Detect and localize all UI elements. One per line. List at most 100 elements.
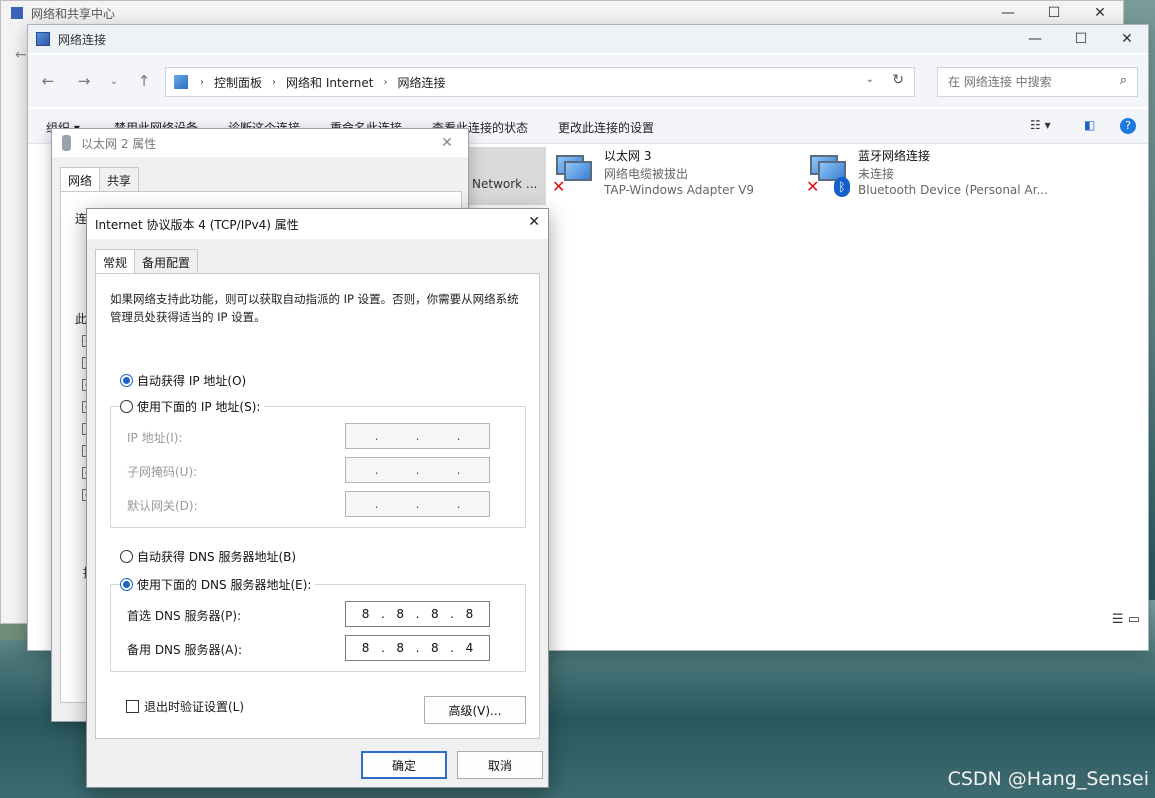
network-adapter-icon: ✕ (552, 153, 592, 196)
help-icon[interactable]: ? (1120, 118, 1136, 134)
search-icon[interactable]: ⌕ (1120, 73, 1127, 88)
network-connections-icon (36, 32, 50, 46)
preferred-dns-label: 首选 DNS 服务器(P): (127, 609, 242, 623)
control-panel-icon (174, 75, 188, 89)
octet[interactable]: 8 (431, 641, 439, 655)
validate-on-exit-checkbox[interactable]: 退出时验证设置(L) (126, 698, 244, 715)
octet[interactable]: 8 (362, 607, 370, 621)
radio-label: 自动获得 DNS 服务器地址(B) (137, 550, 297, 564)
subnet-mask-field[interactable]: ... (345, 457, 490, 483)
selected-connection-label: Network ... (472, 177, 538, 191)
close-button[interactable]: ✕ (1104, 27, 1150, 51)
maximize-button[interactable]: ☐ (1031, 1, 1077, 25)
radio-label: 使用下面的 IP 地址(S): (137, 400, 261, 414)
manual-ip-group: IP 地址(I): ... 子网掩码(U): ... 默认网关(D): ... (110, 406, 526, 528)
close-button[interactable]: ✕ (432, 131, 462, 155)
ip-address-label: IP 地址(I): (127, 431, 183, 445)
auto-dns-radio[interactable]: 自动获得 DNS 服务器地址(B) (120, 548, 296, 565)
checkbox-label: 退出时验证设置(L) (144, 700, 245, 714)
ethernet-icon (62, 135, 71, 151)
breadcrumb-network-connections[interactable]: 网络连接 (397, 74, 445, 91)
ok-button[interactable]: 确定 (361, 751, 447, 779)
disconnected-x-icon: ✕ (806, 177, 820, 196)
window-title: 网络连接 (58, 32, 107, 47)
window-title: 网络和共享中心 (31, 6, 116, 21)
auto-ip-radio[interactable]: 自动获得 IP 地址(O) (120, 372, 246, 389)
preview-pane-icon[interactable]: ◧ (1084, 118, 1095, 132)
manual-ip-radio[interactable]: 使用下面的 IP 地址(S): (120, 398, 265, 415)
radio-label: 自动获得 IP 地址(O) (137, 374, 247, 388)
radio-button-selected[interactable] (120, 374, 133, 387)
connection-device: TAP-Windows Adapter V9 (604, 183, 755, 197)
close-icon[interactable]: ✕ (528, 214, 540, 230)
radio-button-selected[interactable] (120, 578, 133, 591)
view-toggle-icons[interactable]: ☰ ▭ (1112, 612, 1140, 627)
dialog-button-bar: 确定 取消 (87, 739, 548, 787)
search-input[interactable] (946, 74, 1100, 90)
radio-button[interactable] (120, 400, 133, 413)
connection-name: 以太网 3 (604, 149, 652, 163)
window-title: 以太网 2 属性 (81, 136, 157, 151)
general-tab-panel: 如果网络支持此功能，则可以获取自动指派的 IP 设置。否则，你需要从网络系统管理… (95, 273, 540, 739)
breadcrumb-chevron-icon[interactable]: › (200, 77, 204, 88)
back-arrow-icon[interactable]: ← (15, 47, 27, 63)
window-title: Internet 协议版本 4 (TCP/IPv4) 属性 (95, 217, 299, 232)
radio-button[interactable] (120, 550, 133, 563)
navigation-bar: ← → ⌄ ↑ › 控制面板 › 网络和 Internet › 网络连接 ⌄ ↻… (28, 55, 1148, 107)
octet[interactable]: 8 (362, 641, 370, 655)
octet[interactable]: 8 (431, 607, 439, 621)
change-settings-command[interactable]: 更改此连接的设置 (558, 119, 654, 136)
list-item-bluetooth[interactable]: ✕ ᛒ 蓝牙网络连接 未连接 Bluetooth Device (Persona… (806, 147, 1106, 205)
alternate-dns-field[interactable]: 8. 8. 8. 4 (345, 635, 490, 661)
watermark: CSDN @Hang_Sensei (947, 768, 1149, 790)
octet[interactable]: 8 (396, 607, 404, 621)
subnet-mask-label: 子网掩码(U): (127, 465, 198, 479)
refresh-icon[interactable]: ↻ (892, 72, 904, 88)
disconnected-x-icon: ✕ (552, 177, 566, 196)
titlebar: 网络连接 (28, 25, 1148, 53)
up-arrow-icon[interactable]: ↑ (132, 69, 156, 93)
ip-address-field[interactable]: ... (345, 423, 490, 449)
breadcrumb-control-panel[interactable]: 控制面板 (214, 74, 262, 91)
default-gateway-field[interactable]: ... (345, 491, 490, 517)
network-center-icon (11, 7, 23, 19)
checkbox[interactable] (126, 700, 139, 713)
titlebar: Internet 协议版本 4 (TCP/IPv4) 属性 (87, 209, 548, 239)
breadcrumb-network-internet[interactable]: 网络和 Internet (286, 74, 373, 91)
preferred-dns-field[interactable]: 8. 8. 8. 8 (345, 601, 490, 627)
bluetooth-icon: ᛒ (834, 177, 850, 197)
octet[interactable]: 8 (466, 607, 474, 621)
breadcrumb-chevron-icon[interactable]: › (383, 77, 387, 88)
breadcrumb-chevron-icon[interactable]: › (272, 77, 276, 88)
close-button[interactable]: ✕ (1077, 1, 1123, 25)
monitor-icon (564, 161, 592, 181)
address-bar[interactable]: › 控制面板 › 网络和 Internet › 网络连接 ⌄ ↻ (165, 67, 915, 97)
maximize-button[interactable]: ☐ (1058, 27, 1104, 51)
octet[interactable]: 4 (466, 641, 474, 655)
radio-label: 使用下面的 DNS 服务器地址(E): (137, 578, 312, 592)
octet[interactable]: 8 (396, 641, 404, 655)
search-box[interactable]: ⌕ (937, 67, 1138, 97)
manual-dns-radio[interactable]: 使用下面的 DNS 服务器地址(E): (120, 576, 316, 593)
description-text: 如果网络支持此功能，则可以获取自动指派的 IP 设置。否则，你需要从网络系统管理… (110, 292, 519, 324)
recent-chevron-icon[interactable]: ⌄ (102, 69, 126, 93)
connection-status: 网络电缆被拔出 (604, 167, 689, 181)
connection-status: 未连接 (858, 167, 895, 181)
list-item-ethernet3[interactable]: ✕ 以太网 3 网络电缆被拔出 TAP-Windows Adapter V9 (552, 147, 802, 205)
alternate-dns-label: 备用 DNS 服务器(A): (127, 643, 243, 657)
minimize-button[interactable]: — (985, 1, 1031, 25)
manual-dns-group: 首选 DNS 服务器(P): 8. 8. 8. 8 备用 DNS 服务器(A):… (110, 584, 526, 672)
connection-name: 蓝牙网络连接 (858, 149, 931, 163)
titlebar: 以太网 2 属性 (52, 129, 468, 157)
titlebar: 网络和共享中心 (1, 1, 1123, 25)
cancel-button[interactable]: 取消 (457, 751, 543, 779)
advanced-button[interactable]: 高级(V)... (424, 696, 526, 724)
list-item-selected-network[interactable] (468, 147, 546, 205)
minimize-button[interactable]: — (1012, 27, 1058, 51)
back-arrow-icon[interactable]: ← (36, 69, 60, 93)
connection-device: Bluetooth Device (Personal Ar... (858, 183, 1048, 197)
ipv4-properties-dialog: Internet 协议版本 4 (TCP/IPv4) 属性 ✕ 常规 备用配置 … (86, 208, 549, 788)
address-dropdown-icon[interactable]: ⌄ (866, 74, 874, 85)
forward-arrow-icon[interactable]: → (72, 69, 96, 93)
view-options-icon[interactable]: ☷ ▾ (1030, 118, 1051, 132)
